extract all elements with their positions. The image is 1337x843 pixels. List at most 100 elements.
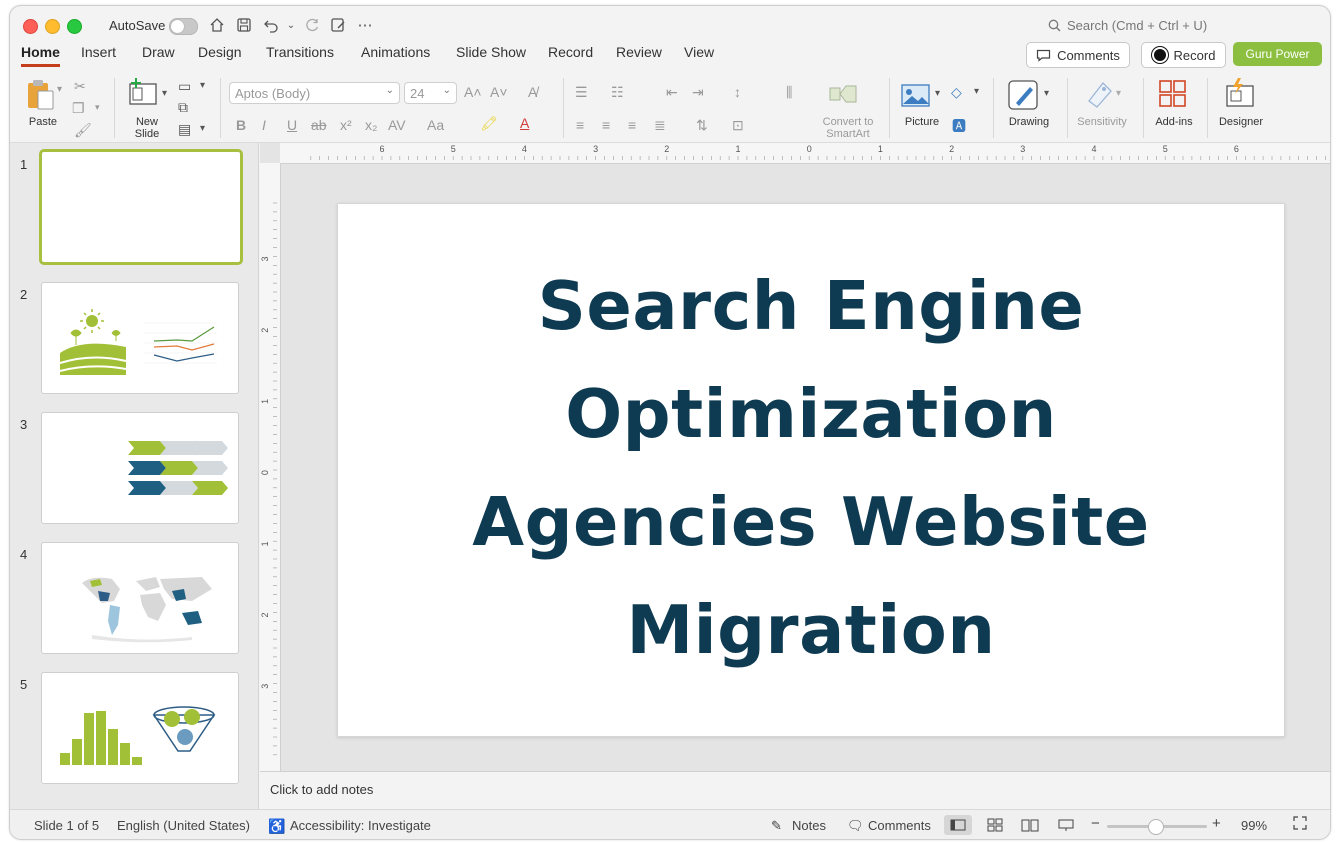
paste-button[interactable] (24, 78, 58, 117)
drawing-button[interactable] (1008, 79, 1040, 116)
tab-home[interactable]: Home (21, 44, 60, 67)
picture-dropdown-icon[interactable]: ▾ (935, 88, 940, 99)
sensitivity-dropdown-icon[interactable]: ▾ (1116, 88, 1121, 99)
slide-thumbnail-1[interactable] (39, 149, 243, 265)
align-center-icon[interactable]: ≡ (602, 117, 610, 133)
accessibility-icon[interactable]: ♿ (268, 818, 285, 835)
bullets-icon[interactable]: ☰ (575, 84, 588, 101)
underline-icon[interactable]: U (287, 117, 297, 133)
tab-design[interactable]: Design (198, 44, 242, 64)
bold-icon[interactable]: B (236, 117, 246, 133)
redo-icon[interactable] (302, 15, 322, 35)
zoom-slider-handle[interactable] (1148, 819, 1164, 835)
slideshow-view-button[interactable] (1052, 815, 1080, 835)
font-size-select[interactable]: 24 ⌄ (404, 82, 457, 104)
maximize-window-button[interactable] (67, 19, 82, 34)
zoom-in-icon[interactable]: + (1212, 815, 1221, 832)
clear-formatting-icon[interactable]: A̸ (528, 84, 537, 100)
strikethrough-icon[interactable]: ab (311, 117, 327, 133)
highlight-icon[interactable]: 🖍 (480, 115, 498, 132)
layout-dropdown-icon[interactable]: ▾ (200, 80, 205, 91)
increase-font-icon[interactable]: A˄ (464, 84, 482, 100)
record-button[interactable]: Record (1141, 42, 1226, 68)
search-box[interactable]: Search (Cmd + Ctrl + U) (1048, 18, 1207, 33)
decrease-font-icon[interactable]: A˅ (490, 84, 508, 100)
change-case-icon[interactable]: Aa (427, 117, 444, 133)
comments-status-icon[interactable]: 🗨 (847, 818, 864, 834)
more-icon[interactable]: ⋯ (355, 15, 375, 35)
convert-smartart-button[interactable] (828, 82, 858, 111)
addins-button[interactable] (1158, 79, 1188, 114)
picture-button[interactable] (901, 82, 931, 113)
undo-icon[interactable] (261, 15, 281, 35)
notes-pane[interactable]: Click to add notes (260, 771, 1330, 810)
align-left-icon[interactable]: ≡ (576, 117, 584, 133)
language-status[interactable]: English (United States) (117, 818, 250, 833)
minimize-window-button[interactable] (45, 19, 60, 34)
save-icon[interactable] (234, 15, 254, 35)
character-spacing-icon[interactable]: AV (388, 117, 406, 133)
undo-dropdown-icon[interactable]: ⌄ (281, 15, 301, 35)
close-window-button[interactable] (23, 19, 38, 34)
text-direction-icon[interactable]: ⇅ (696, 117, 708, 134)
section-icon[interactable]: ▤ (178, 121, 191, 138)
format-painter-icon[interactable]: 🖌 (74, 122, 92, 139)
slide-thumbnail-5[interactable] (41, 672, 239, 784)
zoom-level[interactable]: 99% (1241, 818, 1267, 833)
shapes-dropdown-icon[interactable]: ▾ (974, 86, 979, 97)
align-right-icon[interactable]: ≡ (628, 117, 636, 133)
text-box-icon[interactable]: 🅰 (952, 116, 966, 136)
layout-icon[interactable]: ▭ (178, 78, 191, 95)
align-text-icon[interactable]: ⊡ (732, 117, 744, 134)
copy-dropdown-icon[interactable]: ▾ (95, 102, 100, 113)
columns-icon[interactable]: ⫼ (786, 84, 792, 101)
tab-insert[interactable]: Insert (81, 44, 116, 64)
tab-transitions[interactable]: Transitions (266, 44, 334, 64)
notes-toggle-label[interactable]: Notes (792, 818, 826, 833)
subscript-icon[interactable]: x₂ (365, 117, 377, 133)
new-slide-button[interactable] (127, 78, 159, 111)
current-slide[interactable]: Search Engine Optimization Agencies Webs… (337, 203, 1285, 737)
tab-draw[interactable]: Draw (142, 44, 175, 64)
home-icon[interactable] (207, 15, 227, 35)
designer-button[interactable] (1224, 77, 1256, 114)
reading-view-button[interactable] (1016, 815, 1044, 835)
zoom-out-icon[interactable]: − (1091, 815, 1100, 832)
fit-to-window-icon[interactable] (1293, 816, 1307, 833)
tab-review[interactable]: Review (616, 44, 662, 64)
line-spacing-icon[interactable]: ↕ (734, 84, 741, 100)
slide-sorter-button[interactable] (981, 815, 1009, 835)
font-color-icon[interactable]: A (520, 115, 529, 131)
notes-icon[interactable]: ✎ (771, 818, 782, 834)
drawing-dropdown-icon[interactable]: ▾ (1044, 88, 1049, 99)
tab-view[interactable]: View (684, 44, 714, 64)
slide-title[interactable]: Search Engine Optimization Agencies Webs… (338, 252, 1284, 684)
tab-slide-show[interactable]: Slide Show (456, 44, 526, 64)
decrease-indent-icon[interactable]: ⇤ (666, 84, 678, 101)
sensitivity-button[interactable] (1085, 79, 1115, 114)
tab-animations[interactable]: Animations (361, 44, 430, 64)
section-dropdown-icon[interactable]: ▾ (200, 123, 205, 134)
comments-button[interactable]: Comments (1026, 42, 1130, 68)
justify-icon[interactable]: ≣ (654, 117, 666, 134)
autosave-toggle[interactable] (169, 18, 198, 35)
slide-thumbnail-4[interactable] (41, 542, 239, 654)
accessibility-status[interactable]: Accessibility: Investigate (290, 818, 431, 833)
slide-thumbnail-2[interactable] (41, 282, 239, 394)
shapes-icon[interactable]: ◇ (951, 84, 962, 101)
guru-power-button[interactable]: Guru Power (1233, 42, 1322, 66)
comments-toggle-label[interactable]: Comments (868, 818, 931, 833)
tab-record[interactable]: Record (548, 44, 593, 64)
slide-thumbnail-3[interactable] (41, 412, 239, 524)
reset-slide-icon[interactable]: ⧉ (178, 99, 188, 116)
normal-view-button[interactable] (944, 815, 972, 835)
copy-icon[interactable]: ❐ (72, 100, 85, 117)
paste-dropdown-icon[interactable]: ▾ (57, 84, 62, 95)
font-name-select[interactable]: Aptos (Body) ⌄ (229, 82, 400, 104)
increase-indent-icon[interactable]: ⇥ (692, 84, 704, 101)
save-as-icon[interactable] (328, 15, 348, 35)
italic-icon[interactable]: I (262, 117, 266, 133)
superscript-icon[interactable]: x² (340, 117, 352, 133)
cut-icon[interactable]: ✂ (74, 78, 86, 95)
numbering-icon[interactable]: ☷ (611, 84, 624, 101)
